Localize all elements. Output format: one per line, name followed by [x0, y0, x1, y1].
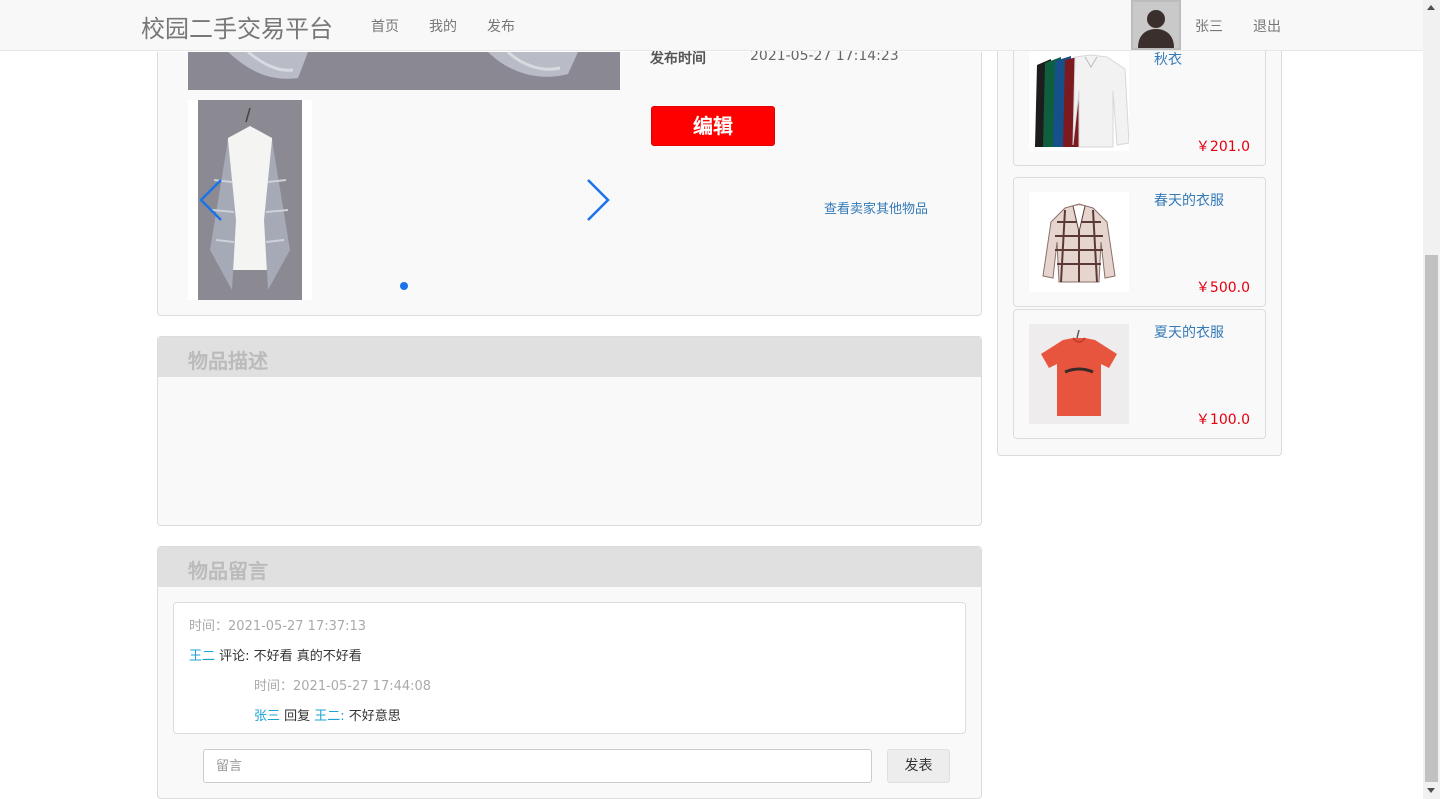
comments-heading: 物品留言	[158, 547, 981, 587]
reply-verb: 回复	[280, 709, 315, 724]
carousel-prev-icon[interactable]	[197, 176, 225, 224]
product-panel: 发布时间 2021-05-27 17:14:23 编辑 查看卖家其他物品	[157, 48, 982, 316]
related-items-panel: 秋衣 ￥201.0 春天的衣服 ￥500.0 夏天的衣服 ￥100.0	[997, 36, 1282, 456]
reply-time: 时间：2021-05-27 17:44:08	[254, 679, 432, 694]
related-item-card[interactable]: 春天的衣服 ￥500.0	[1013, 177, 1266, 307]
nav-logout[interactable]: 退出	[1253, 16, 1281, 36]
comments-panel: 物品留言 时间：2021-05-27 17:37:13 王二 评论: 不好看 真…	[157, 546, 982, 799]
comment-text: 评论: 不好看 真的不好看	[215, 649, 362, 664]
nav-home[interactable]: 首页	[371, 16, 399, 36]
edit-button[interactable]: 编辑	[651, 106, 775, 146]
reply-text: 不好意思	[344, 709, 401, 724]
related-item-price: ￥201.0	[1195, 139, 1250, 155]
user-silhouette-icon	[1133, 2, 1179, 48]
scroll-down-icon[interactable]	[1427, 788, 1435, 793]
related-item-image[interactable]	[1029, 51, 1129, 151]
nav-publish[interactable]: 发布	[487, 16, 515, 36]
red-tshirt-image	[1029, 324, 1129, 424]
page-scrollbar[interactable]	[1423, 0, 1440, 799]
seller-other-items-link[interactable]: 查看卖家其他物品	[824, 198, 928, 217]
reply-user[interactable]: 张三	[254, 709, 280, 724]
reply-line: 张三 回复 王二: 不好意思	[254, 705, 401, 724]
submit-comment-button[interactable]: 发表	[887, 749, 950, 783]
related-item-price: ￥100.0	[1195, 412, 1250, 428]
related-item-card[interactable]: 夏天的衣服 ￥100.0	[1013, 309, 1266, 439]
related-item-price: ￥500.0	[1195, 280, 1250, 296]
related-item-image[interactable]	[1029, 192, 1129, 292]
nav-username[interactable]: 张三	[1195, 16, 1223, 36]
description-panel: 物品描述	[157, 336, 982, 526]
scroll-thumb[interactable]	[1425, 255, 1438, 782]
related-item-card[interactable]: 秋衣 ￥201.0	[1013, 36, 1266, 166]
related-item-title[interactable]: 秋衣	[1154, 49, 1182, 69]
navbar: 校园二手交易平台 首页 我的 发布 张三 退出	[0, 0, 1423, 51]
related-item-title[interactable]: 春天的衣服	[1154, 190, 1224, 210]
comment-line: 王二 评论: 不好看 真的不好看	[189, 645, 362, 664]
nav-mine[interactable]: 我的	[429, 16, 457, 36]
garment-photo-icon	[188, 52, 620, 90]
page: 校园二手交易平台 首页 我的 发布 张三 退出 发布时间 2021-05-27 …	[0, 0, 1440, 799]
related-item-image[interactable]	[1029, 324, 1129, 424]
comments-title: 物品留言	[188, 559, 268, 583]
long-sleeve-shirts-image	[1029, 51, 1129, 151]
comment-list: 时间：2021-05-27 17:37:13 王二 评论: 不好看 真的不好看 …	[173, 602, 966, 734]
comment-time: 时间：2021-05-27 17:37:13	[189, 619, 367, 634]
main-product-image	[188, 52, 620, 90]
reply-to-user[interactable]: 王二:	[314, 709, 344, 724]
description-heading: 物品描述	[158, 337, 981, 377]
carousel-indicator[interactable]	[400, 282, 408, 290]
related-item-title[interactable]: 夏天的衣服	[1154, 322, 1224, 342]
avatar[interactable]	[1131, 0, 1181, 50]
description-title: 物品描述	[188, 349, 268, 373]
comment-input[interactable]	[203, 749, 872, 783]
plaid-blazer-image	[1029, 192, 1129, 292]
brand-title[interactable]: 校园二手交易平台	[141, 9, 333, 44]
comment-user[interactable]: 王二	[189, 649, 215, 664]
publish-time-label: 发布时间	[650, 51, 706, 67]
scroll-up-icon[interactable]	[1427, 5, 1435, 10]
carousel-next-icon[interactable]	[584, 176, 612, 224]
